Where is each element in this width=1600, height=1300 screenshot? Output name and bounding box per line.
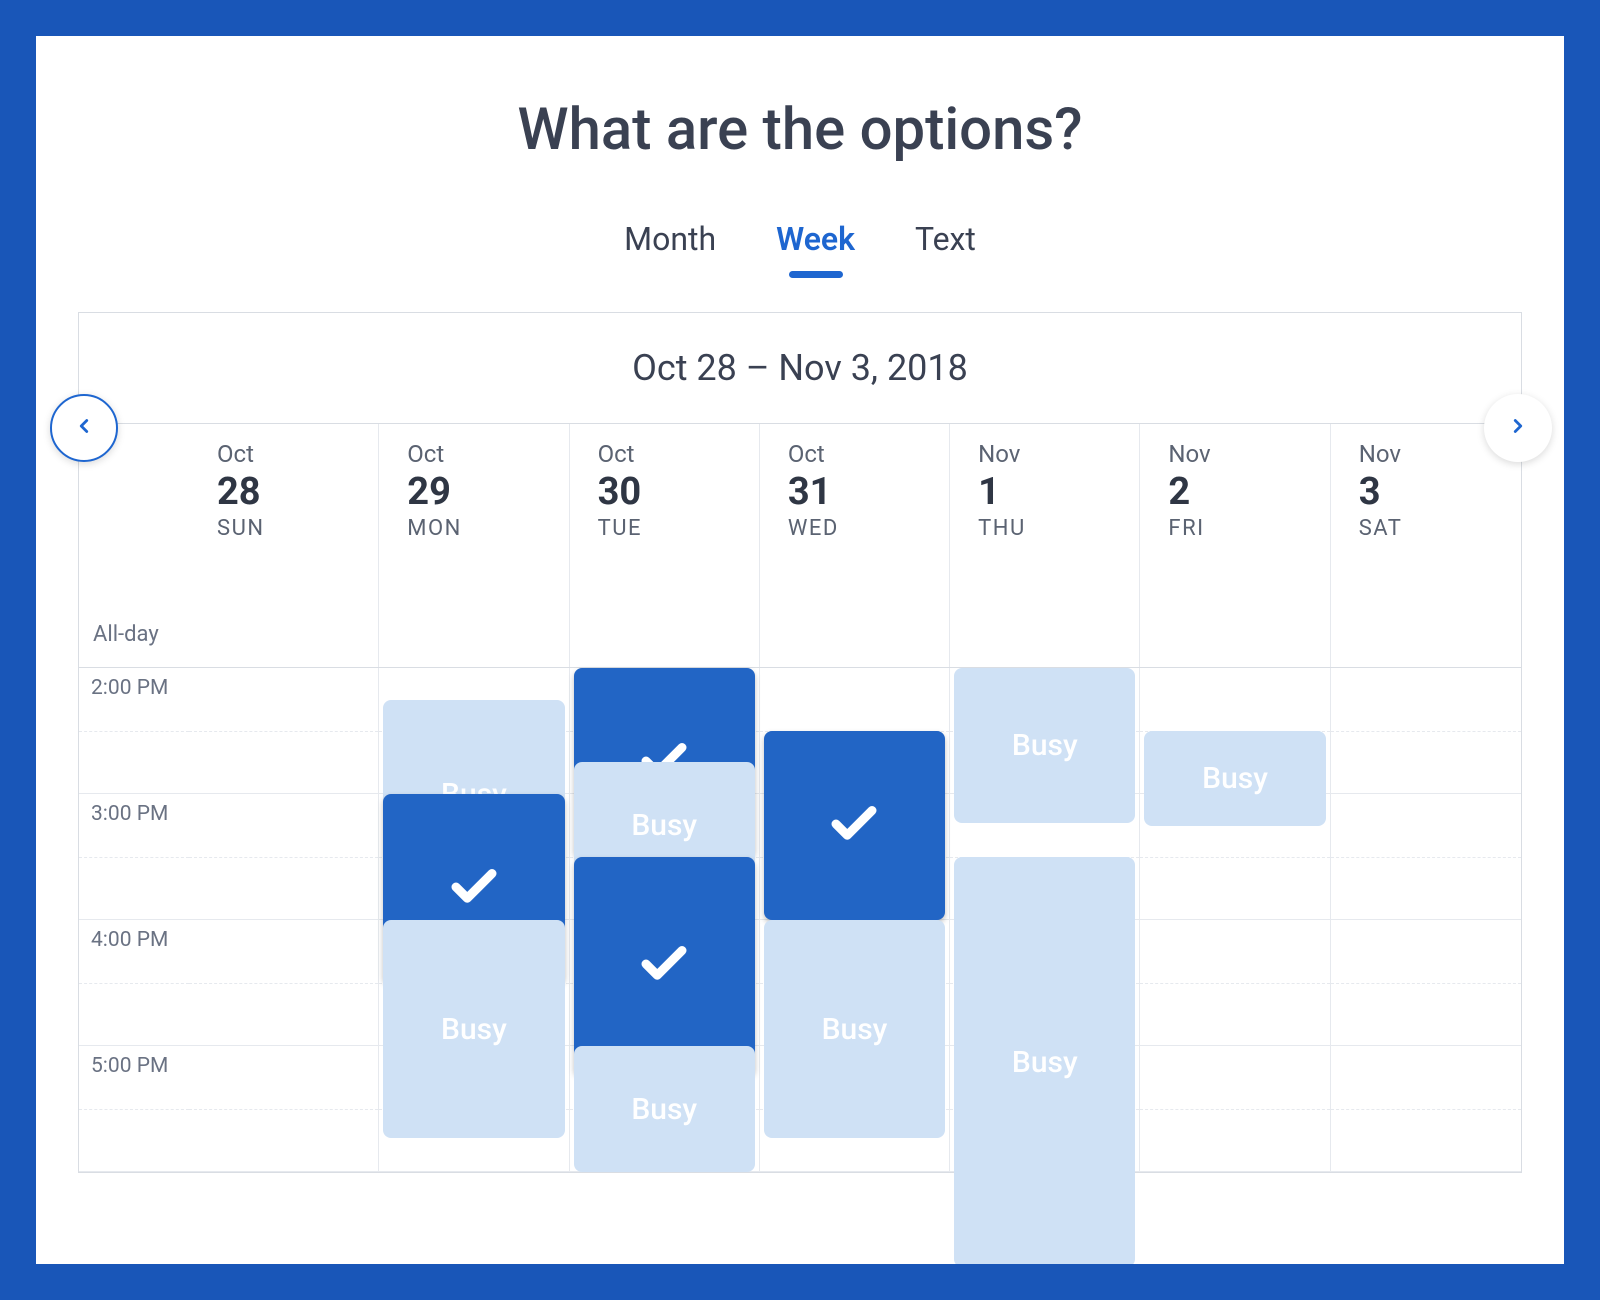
day-header-month: Nov bbox=[978, 440, 1139, 468]
busy-event[interactable]: Busy bbox=[954, 668, 1135, 823]
check-icon bbox=[827, 797, 881, 855]
day-header-dow: SAT bbox=[1359, 516, 1521, 541]
busy-event[interactable]: Busy bbox=[1144, 731, 1325, 826]
allday-cell[interactable] bbox=[570, 559, 760, 667]
day-header-dow: SUN bbox=[217, 516, 378, 541]
day-header-day: 28 bbox=[217, 470, 378, 514]
time-label: 5:00 PM bbox=[79, 1046, 189, 1078]
allday-cell[interactable] bbox=[1331, 559, 1521, 667]
day-col-thu[interactable]: Busy Busy bbox=[950, 668, 1140, 1172]
allday-cell[interactable] bbox=[1140, 559, 1330, 667]
busy-event[interactable]: Busy bbox=[954, 857, 1135, 1264]
day-header-day: 3 bbox=[1359, 470, 1521, 514]
day-header-day: 2 bbox=[1168, 470, 1329, 514]
allday-row: All-day bbox=[79, 559, 1521, 668]
day-header-dow: MON bbox=[407, 516, 568, 541]
day-header-row: Oct 28 SUN Oct 29 MON Oct 30 TUE Oct 31 … bbox=[79, 424, 1521, 559]
day-header-month: Oct bbox=[217, 440, 378, 468]
available-slot[interactable] bbox=[574, 857, 755, 1075]
date-range: Oct 28 – Nov 3, 2018 bbox=[79, 313, 1521, 424]
day-header-month: Oct bbox=[407, 440, 568, 468]
tab-text[interactable]: Text bbox=[915, 220, 976, 270]
day-header-fri[interactable]: Nov 2 FRI bbox=[1140, 424, 1330, 559]
view-tabs: Month Week Text bbox=[36, 220, 1564, 270]
prev-week-button[interactable] bbox=[50, 394, 118, 462]
busy-event[interactable]: Busy bbox=[764, 920, 945, 1138]
time-gutter: 2:00 PM 3:00 PM 4:00 PM 5:00 PM bbox=[79, 668, 189, 1172]
tab-week[interactable]: Week bbox=[776, 220, 855, 270]
day-header-dow: WED bbox=[788, 516, 949, 541]
page-title: What are the options? bbox=[36, 96, 1564, 164]
allday-cell[interactable] bbox=[760, 559, 950, 667]
day-col-sat[interactable] bbox=[1331, 668, 1521, 1172]
tab-month[interactable]: Month bbox=[624, 220, 716, 270]
day-header-wed[interactable]: Oct 31 WED bbox=[760, 424, 950, 559]
day-header-dow: FRI bbox=[1168, 516, 1329, 541]
chevron-left-icon bbox=[73, 415, 95, 441]
check-icon bbox=[637, 937, 691, 995]
day-col-mon[interactable]: Busy Busy bbox=[379, 668, 569, 1172]
day-header-month: Oct bbox=[598, 440, 759, 468]
day-header-thu[interactable]: Nov 1 THU bbox=[950, 424, 1140, 559]
day-header-day: 30 bbox=[598, 470, 759, 514]
available-slot[interactable] bbox=[764, 731, 945, 920]
day-header-day: 29 bbox=[407, 470, 568, 514]
day-header-day: 31 bbox=[788, 470, 949, 514]
allday-cell[interactable] bbox=[189, 559, 379, 667]
day-header-tue[interactable]: Oct 30 TUE bbox=[570, 424, 760, 559]
allday-cell[interactable] bbox=[379, 559, 569, 667]
day-header-dow: THU bbox=[978, 516, 1139, 541]
busy-event[interactable]: Busy bbox=[383, 920, 564, 1138]
time-label: 2:00 PM bbox=[79, 668, 189, 700]
day-col-sun[interactable] bbox=[189, 668, 379, 1172]
day-header-month: Oct bbox=[788, 440, 949, 468]
allday-cell[interactable] bbox=[950, 559, 1140, 667]
day-col-fri[interactable]: Busy bbox=[1140, 668, 1330, 1172]
day-header-month: Nov bbox=[1168, 440, 1329, 468]
day-col-wed[interactable]: Busy bbox=[760, 668, 950, 1172]
calendar: Oct 28 – Nov 3, 2018 Oct 28 SUN Oct 29 M… bbox=[78, 312, 1522, 1173]
day-header-dow: TUE bbox=[598, 516, 759, 541]
calendar-card: What are the options? Month Week Text Oc… bbox=[36, 36, 1564, 1264]
next-week-button[interactable] bbox=[1484, 394, 1552, 462]
day-header-mon[interactable]: Oct 29 MON bbox=[379, 424, 569, 559]
time-label: 3:00 PM bbox=[79, 794, 189, 826]
day-col-tue[interactable]: Busy Busy bbox=[570, 668, 760, 1172]
check-icon bbox=[447, 860, 501, 918]
chevron-right-icon bbox=[1507, 415, 1529, 441]
busy-event[interactable]: Busy bbox=[574, 1046, 755, 1172]
time-grid: 2:00 PM 3:00 PM 4:00 PM 5:00 PM Busy Bus… bbox=[79, 668, 1521, 1172]
day-header-day: 1 bbox=[978, 470, 1139, 514]
day-header-sun[interactable]: Oct 28 SUN bbox=[189, 424, 379, 559]
allday-label: All-day bbox=[79, 559, 189, 667]
time-label: 4:00 PM bbox=[79, 920, 189, 952]
